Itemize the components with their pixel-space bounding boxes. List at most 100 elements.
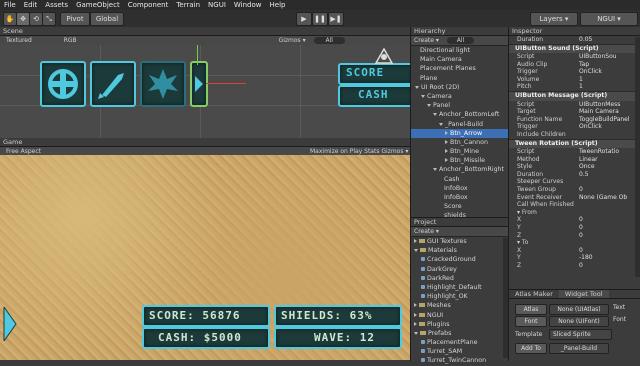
hierarchy-item[interactable]: Camera — [411, 92, 509, 101]
scene-gizmos-dropdown[interactable]: Gizmos ▾ — [279, 37, 306, 44]
btn-missile-preview-selected[interactable] — [190, 61, 208, 107]
project-item[interactable]: CrackedGround — [411, 255, 509, 264]
project-item[interactable]: NGUI — [411, 311, 509, 320]
aspect-dropdown[interactable]: Free Aspect — [6, 148, 41, 155]
expand-open-icon[interactable] — [433, 168, 437, 172]
project-item[interactable]: PlacementPlane — [411, 338, 509, 347]
font-field[interactable]: None (UIFont) — [549, 316, 609, 327]
hierarchy-tab[interactable]: Hierarchy — [411, 27, 509, 36]
tab-widget-tool[interactable]: Widget Tool — [558, 290, 609, 298]
pivot-toggle[interactable]: Pivot — [60, 12, 90, 26]
inspector-tab[interactable]: Inspector — [509, 27, 640, 36]
component-header[interactable]: Tween Rotation (Script) — [509, 138, 640, 149]
property-value[interactable]: Linear — [579, 156, 598, 164]
hierarchy-item[interactable]: Anchor_BottomRight — [411, 165, 509, 174]
hierarchy-item[interactable]: Btn_Mine — [411, 147, 509, 156]
tab-atlas-maker[interactable]: Atlas Maker — [509, 290, 559, 298]
hierarchy-item[interactable]: Cash — [411, 175, 509, 184]
property-value[interactable]: 0 — [579, 262, 583, 270]
expand-closed-icon[interactable] — [445, 139, 448, 144]
hierarchy-item[interactable]: Placement Planes — [411, 64, 509, 73]
expand-closed-icon[interactable] — [445, 158, 448, 163]
expand-open-icon[interactable] — [414, 249, 418, 253]
project-item[interactable]: Turret_TwinCannon — [411, 356, 509, 365]
expand-open-icon[interactable] — [421, 94, 425, 98]
menu-item-window[interactable]: Window — [230, 1, 266, 9]
project-item[interactable]: Meshes — [411, 301, 509, 310]
property-value[interactable]: 0.5 — [579, 171, 589, 179]
expand-open-icon[interactable] — [433, 113, 437, 117]
hierarchy-create-dropdown[interactable]: Create ▾ — [414, 37, 439, 44]
move-tool-icon[interactable]: ✥ — [16, 12, 30, 26]
step-button[interactable]: ▶❚ — [328, 12, 344, 26]
hierarchy-item[interactable]: UI Root (2D) — [411, 83, 509, 92]
project-item[interactable]: DarkRed — [411, 274, 509, 283]
property-value[interactable]: UIButtonMess — [579, 101, 620, 109]
inspector-scrollbar[interactable] — [635, 37, 640, 277]
expand-open-icon[interactable] — [427, 104, 431, 108]
property-value[interactable]: OnClick — [579, 123, 602, 131]
menu-item-terrain[interactable]: Terrain — [172, 1, 204, 9]
expand-closed-icon[interactable] — [414, 239, 417, 243]
hierarchy-item[interactable]: Directional light — [411, 46, 509, 55]
project-item[interactable]: Highlight_OK — [411, 292, 509, 301]
hierarchy-item[interactable]: InfoBox — [411, 193, 509, 202]
color-mode-dropdown[interactable]: RGB — [64, 37, 77, 44]
add-target-field[interactable]: _Panel-Build — [549, 343, 609, 354]
property-value[interactable]: OnClick — [579, 68, 602, 76]
expand-closed-icon[interactable] — [414, 303, 417, 308]
property-value[interactable]: Main Camera — [579, 108, 619, 116]
menu-item-gameobject[interactable]: GameObject — [72, 1, 124, 9]
property-value[interactable]: None (Game Ob — [579, 194, 627, 202]
project-item[interactable]: Highlight_Default — [411, 283, 509, 292]
scale-tool-icon[interactable]: ⤡ — [42, 12, 56, 26]
property-value[interactable]: 0 — [579, 224, 583, 232]
expand-open-icon[interactable] — [414, 331, 418, 335]
hierarchy-search-input[interactable]: All — [446, 37, 475, 44]
expand-open-icon[interactable] — [439, 122, 443, 126]
menu-item-file[interactable]: File — [0, 1, 20, 9]
scene-tab[interactable]: Scene — [0, 27, 410, 36]
menu-item-edit[interactable]: Edit — [20, 1, 42, 9]
property-value[interactable]: Once — [579, 163, 595, 171]
property-value[interactable]: -180 — [579, 254, 593, 262]
component-header[interactable]: UIButton Sound (Script) — [509, 43, 640, 54]
hierarchy-item[interactable]: Btn_Missile — [411, 156, 509, 165]
scene-viewport[interactable]: SCORE CASH — [0, 45, 414, 138]
font-button[interactable]: Font — [515, 316, 547, 327]
project-tab[interactable]: Project — [411, 218, 509, 227]
property-value[interactable]: 0 — [579, 186, 583, 194]
property-value[interactable]: Tap — [579, 61, 589, 69]
hierarchy-item[interactable]: Btn_Arrow — [411, 128, 509, 138]
expand-open-icon[interactable] — [415, 85, 419, 89]
property-value[interactable]: UIButtonSou — [579, 53, 617, 61]
scene-search-input[interactable]: All — [313, 37, 345, 44]
hierarchy-item[interactable]: _Panel-Build — [411, 120, 509, 129]
pause-button[interactable]: ❚❚ — [312, 12, 328, 26]
project-item[interactable]: Turret_SAM — [411, 347, 509, 356]
add-to-button[interactable]: Add To — [515, 343, 547, 354]
property-value[interactable]: 1 — [579, 83, 583, 91]
game-tab[interactable]: Game — [0, 138, 410, 147]
menu-item-assets[interactable]: Assets — [41, 1, 72, 9]
hierarchy-item[interactable]: Main Camera — [411, 55, 509, 64]
property-value[interactable]: ToggleBuildPanel — [579, 116, 630, 124]
atlas-field[interactable]: None (UIAtlas) — [549, 304, 609, 315]
play-button[interactable]: ▶ — [296, 12, 312, 26]
project-item[interactable]: Plugins — [411, 320, 509, 329]
project-item[interactable]: DarkGrey — [411, 265, 509, 274]
project-item[interactable]: Materials — [411, 246, 509, 255]
project-create-dropdown[interactable]: Create ▾ — [414, 228, 439, 235]
hierarchy-item[interactable]: Plane — [411, 74, 509, 83]
chevron-right-icon[interactable] — [2, 307, 18, 341]
expand-closed-icon[interactable] — [414, 321, 417, 326]
atlas-button[interactable]: Atlas — [515, 304, 547, 315]
property-value[interactable]: 0.05 — [579, 36, 592, 44]
property-value[interactable]: 0 — [579, 247, 583, 255]
layout-dropdown[interactable]: NGUI ▾ — [580, 12, 638, 26]
hierarchy-item[interactable]: Score — [411, 202, 509, 211]
project-item[interactable]: Prefabs — [411, 329, 509, 338]
rotate-tool-icon[interactable]: ⟲ — [29, 12, 43, 26]
hand-tool-icon[interactable]: ✋ — [3, 12, 17, 26]
template-dropdown[interactable]: Sliced Sprite — [549, 329, 612, 340]
